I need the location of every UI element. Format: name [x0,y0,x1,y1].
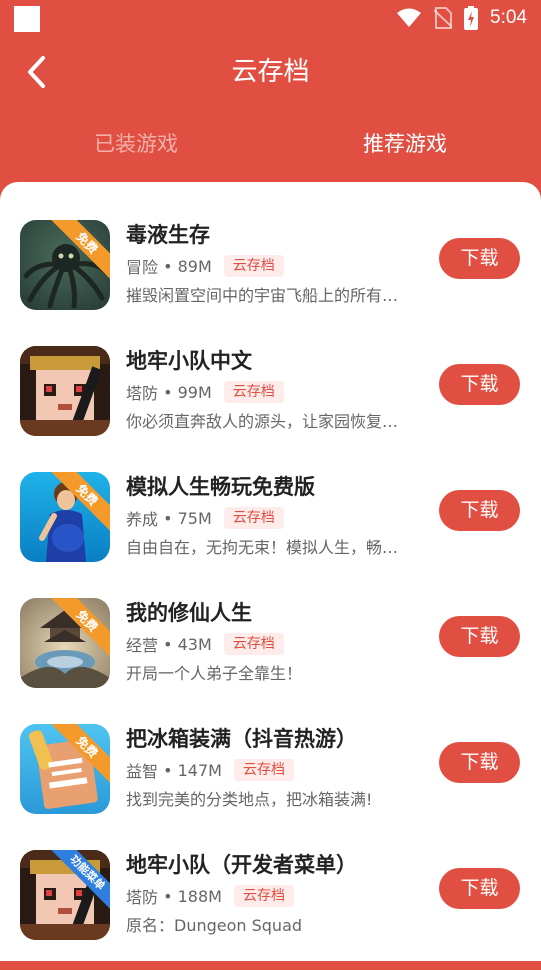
game-icon-my-cultivation-life: 免费 [20,598,110,688]
game-name: 地牢小队（开发者菜单） [126,853,357,877]
game-meta: 养成 • 75M 云存档 [126,506,284,530]
game-size: 147M [177,760,222,780]
game-category: 益智 [126,762,159,781]
game-icon-dungeon-squad-dev-menu: 功能菜单 [20,850,110,940]
game-size: 188M [177,886,222,906]
game-meta: 冒险 • 89M 云存档 [126,254,284,278]
meta-dot: • [158,256,178,276]
status-bar: 5:04 [0,0,541,36]
game-category: 养成 [126,510,159,529]
list-item[interactable]: 免费 把冰箱装满（抖音热游） 益智 • 147M 云存档 找到完美的分类地点，把… [0,724,541,844]
cloud-save-badge: 云存档 [233,759,294,781]
game-category: 冒险 [126,258,159,277]
download-button[interactable]: 下载 [439,490,520,531]
wifi-icon [397,8,422,27]
list-item[interactable]: 免费 我的修仙人生 经营 • 43M 云存档 开局一个人弟子全靠生！ 下载 [0,598,541,718]
list-item[interactable]: 地牢小队中文 塔防 • 99M 云存档 你必须直奔敌人的源头，让家园恢复平静 下… [0,346,541,466]
download-button[interactable]: 下载 [439,364,520,405]
no-sim-icon [434,7,453,29]
game-description: 你必须直奔敌人的源头，让家园恢复平静 [126,412,410,431]
tab-bar: 已装游戏 推荐游戏 [0,118,541,170]
tab-recommended-games[interactable]: 推荐游戏 [305,118,505,170]
header: 云存档 [0,40,541,104]
cloud-save-badge: 云存档 [223,507,284,529]
game-icon-venom-survival: 免费 [20,220,110,310]
download-button[interactable]: 下载 [439,238,520,279]
download-button[interactable]: 下载 [439,868,520,909]
game-meta: 塔防 • 99M 云存档 [126,380,284,404]
game-category: 塔防 [126,888,159,907]
game-name: 模拟人生畅玩免费版 [126,475,315,499]
game-icon-dungeon-squad [20,346,110,436]
game-size: 99M [177,382,212,402]
list-item[interactable]: 功能菜单 地牢小队（开发者菜单） 塔防 • 188M 云存档 原名：Dungeo… [0,850,541,970]
cloud-save-badge: 云存档 [223,255,284,277]
game-size: 43M [177,634,212,654]
game-description: 自由自在，无拘无束！模拟人生，畅玩人生 [126,538,410,557]
list-item[interactable]: 免费 毒液生存 冒险 • 89M 云存档 摧毁闲置空间中的宇宙飞船上的所有敌人 … [0,220,541,340]
game-description: 开局一个人弟子全靠生！ [126,664,303,683]
game-meta: 经营 • 43M 云存档 [126,632,284,656]
page-title: 云存档 [231,57,310,87]
game-list: 免费 毒液生存 冒险 • 89M 云存档 摧毁闲置空间中的宇宙飞船上的所有敌人 … [0,182,541,961]
download-button[interactable]: 下载 [439,742,520,783]
game-icon-sims-freeplay: 免费 [20,472,110,562]
battery-charging-icon [464,6,479,30]
game-meta: 塔防 • 188M 云存档 [126,884,294,908]
list-item[interactable]: 免费 模拟人生畅玩免费版 养成 • 75M 云存档 自由自在，无拘无束！模拟人生… [0,472,541,592]
game-category: 经营 [126,636,159,655]
game-size: 75M [177,508,212,528]
download-button[interactable]: 下载 [439,616,520,657]
game-name: 毒液生存 [126,223,210,247]
cloud-save-badge: 云存档 [223,633,284,655]
meta-dot: • [158,760,178,780]
meta-dot: • [158,634,178,654]
cloud-save-badge: 云存档 [233,885,294,907]
tab-installed-games[interactable]: 已装游戏 [36,118,236,170]
game-name: 把冰箱装满（抖音热游） [126,727,357,751]
game-size: 89M [177,256,212,276]
game-description: 原名：Dungeon Squad [126,916,303,935]
game-description: 找到完美的分类地点，把冰箱装满! [126,790,373,809]
meta-dot: • [158,508,178,528]
meta-dot: • [158,382,178,402]
game-category: 塔防 [126,384,159,403]
notification-icon [14,6,40,32]
status-icons: 5:04 [396,4,527,32]
game-name: 我的修仙人生 [126,601,252,625]
status-time: 5:04 [490,7,527,28]
game-meta: 益智 • 147M 云存档 [126,758,294,782]
meta-dot: • [158,886,178,906]
game-name: 地牢小队中文 [126,349,252,373]
cloud-save-badge: 云存档 [223,381,284,403]
game-description: 摧毁闲置空间中的宇宙飞船上的所有敌人 [126,286,410,305]
game-icon-fill-the-fridge: 免费 [20,724,110,814]
